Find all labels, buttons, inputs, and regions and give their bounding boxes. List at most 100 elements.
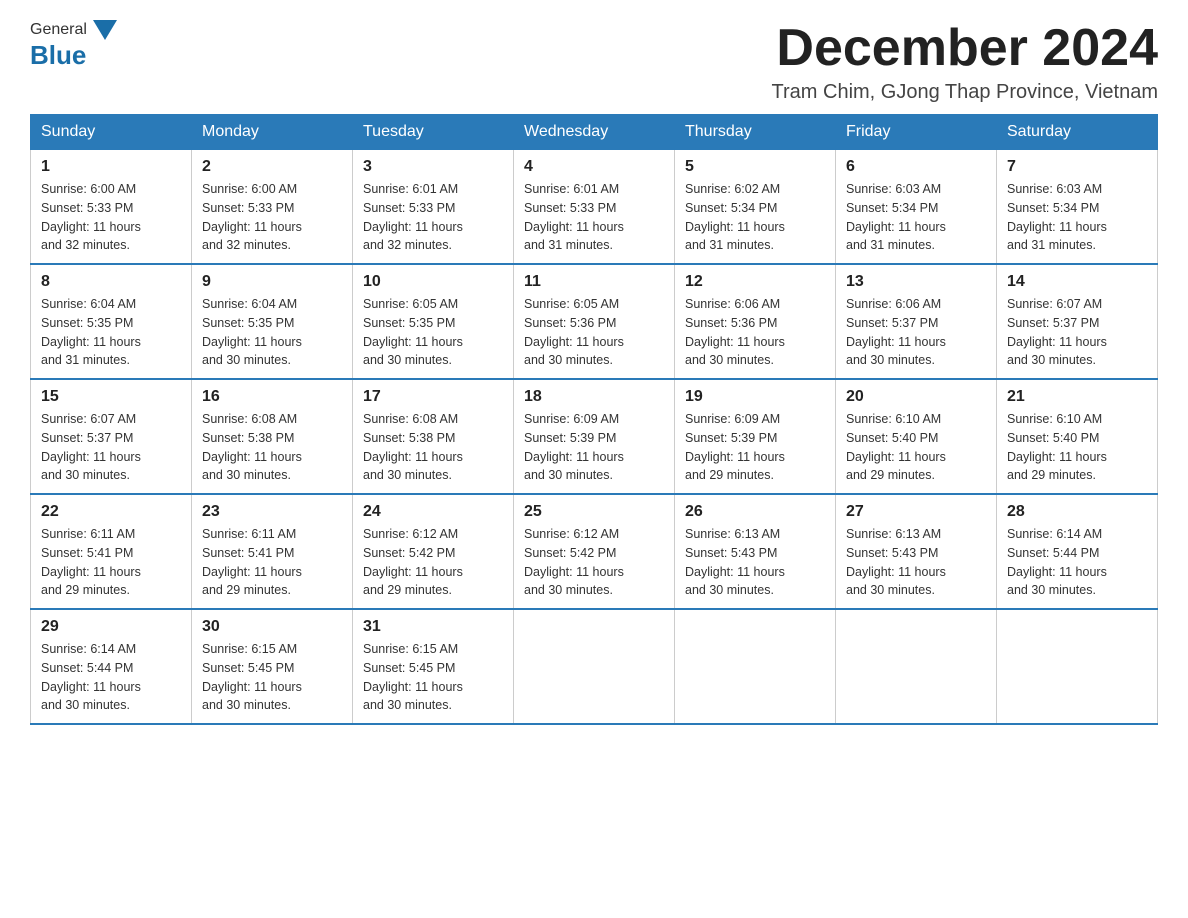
day-cell: 11 Sunrise: 6:05 AMSunset: 5:36 PMDaylig… [514, 264, 675, 379]
day-number: 2 [202, 158, 342, 176]
day-number: 10 [363, 273, 503, 291]
day-cell: 2 Sunrise: 6:00 AMSunset: 5:33 PMDayligh… [192, 150, 353, 265]
day-info: Sunrise: 6:09 AMSunset: 5:39 PMDaylight:… [524, 412, 624, 482]
logo-blue-text: Blue [30, 40, 86, 70]
day-info: Sunrise: 6:08 AMSunset: 5:38 PMDaylight:… [363, 412, 463, 482]
day-info: Sunrise: 6:11 AMSunset: 5:41 PMDaylight:… [41, 527, 141, 597]
day-number: 5 [685, 158, 825, 176]
day-number: 17 [363, 388, 503, 406]
day-cell: 22 Sunrise: 6:11 AMSunset: 5:41 PMDaylig… [31, 494, 192, 609]
week-row-3: 15 Sunrise: 6:07 AMSunset: 5:37 PMDaylig… [31, 379, 1158, 494]
day-info: Sunrise: 6:05 AMSunset: 5:36 PMDaylight:… [524, 297, 624, 367]
day-number: 31 [363, 618, 503, 636]
day-number: 26 [685, 503, 825, 521]
day-cell: 20 Sunrise: 6:10 AMSunset: 5:40 PMDaylig… [836, 379, 997, 494]
day-cell: 31 Sunrise: 6:15 AMSunset: 5:45 PMDaylig… [353, 609, 514, 724]
day-cell: 26 Sunrise: 6:13 AMSunset: 5:43 PMDaylig… [675, 494, 836, 609]
day-info: Sunrise: 6:06 AMSunset: 5:36 PMDaylight:… [685, 297, 785, 367]
day-number: 28 [1007, 503, 1147, 521]
day-cell: 4 Sunrise: 6:01 AMSunset: 5:33 PMDayligh… [514, 150, 675, 265]
day-cell: 6 Sunrise: 6:03 AMSunset: 5:34 PMDayligh… [836, 150, 997, 265]
day-cell: 15 Sunrise: 6:07 AMSunset: 5:37 PMDaylig… [31, 379, 192, 494]
calendar-table: SundayMondayTuesdayWednesdayThursdayFrid… [30, 114, 1158, 725]
day-info: Sunrise: 6:12 AMSunset: 5:42 PMDaylight:… [524, 527, 624, 597]
day-cell [675, 609, 836, 724]
day-cell: 17 Sunrise: 6:08 AMSunset: 5:38 PMDaylig… [353, 379, 514, 494]
title-block: December 2024 Tram Chim, GJong Thap Prov… [772, 20, 1158, 104]
day-info: Sunrise: 6:15 AMSunset: 5:45 PMDaylight:… [202, 642, 302, 712]
day-cell: 16 Sunrise: 6:08 AMSunset: 5:38 PMDaylig… [192, 379, 353, 494]
day-number: 3 [363, 158, 503, 176]
day-cell [514, 609, 675, 724]
header-monday: Monday [192, 115, 353, 150]
day-cell [836, 609, 997, 724]
day-info: Sunrise: 6:08 AMSunset: 5:38 PMDaylight:… [202, 412, 302, 482]
day-number: 4 [524, 158, 664, 176]
page-header: General Blue December 2024 Tram Chim, GJ… [30, 20, 1158, 104]
header-wednesday: Wednesday [514, 115, 675, 150]
day-info: Sunrise: 6:09 AMSunset: 5:39 PMDaylight:… [685, 412, 785, 482]
week-row-5: 29 Sunrise: 6:14 AMSunset: 5:44 PMDaylig… [31, 609, 1158, 724]
week-row-4: 22 Sunrise: 6:11 AMSunset: 5:41 PMDaylig… [31, 494, 1158, 609]
day-cell: 30 Sunrise: 6:15 AMSunset: 5:45 PMDaylig… [192, 609, 353, 724]
day-cell [997, 609, 1158, 724]
day-info: Sunrise: 6:10 AMSunset: 5:40 PMDaylight:… [846, 412, 946, 482]
day-number: 27 [846, 503, 986, 521]
day-number: 24 [363, 503, 503, 521]
day-cell: 14 Sunrise: 6:07 AMSunset: 5:37 PMDaylig… [997, 264, 1158, 379]
day-cell: 23 Sunrise: 6:11 AMSunset: 5:41 PMDaylig… [192, 494, 353, 609]
header-row: SundayMondayTuesdayWednesdayThursdayFrid… [31, 115, 1158, 150]
day-cell: 18 Sunrise: 6:09 AMSunset: 5:39 PMDaylig… [514, 379, 675, 494]
logo: General Blue [30, 20, 119, 71]
day-number: 16 [202, 388, 342, 406]
day-cell: 5 Sunrise: 6:02 AMSunset: 5:34 PMDayligh… [675, 150, 836, 265]
day-info: Sunrise: 6:03 AMSunset: 5:34 PMDaylight:… [1007, 182, 1107, 252]
day-number: 8 [41, 273, 181, 291]
week-row-2: 8 Sunrise: 6:04 AMSunset: 5:35 PMDayligh… [31, 264, 1158, 379]
day-number: 20 [846, 388, 986, 406]
day-info: Sunrise: 6:13 AMSunset: 5:43 PMDaylight:… [846, 527, 946, 597]
day-number: 21 [1007, 388, 1147, 406]
day-info: Sunrise: 6:12 AMSunset: 5:42 PMDaylight:… [363, 527, 463, 597]
day-info: Sunrise: 6:07 AMSunset: 5:37 PMDaylight:… [41, 412, 141, 482]
day-info: Sunrise: 6:00 AMSunset: 5:33 PMDaylight:… [41, 182, 141, 252]
day-cell: 7 Sunrise: 6:03 AMSunset: 5:34 PMDayligh… [997, 150, 1158, 265]
day-cell: 10 Sunrise: 6:05 AMSunset: 5:35 PMDaylig… [353, 264, 514, 379]
day-number: 9 [202, 273, 342, 291]
header-thursday: Thursday [675, 115, 836, 150]
location: Tram Chim, GJong Thap Province, Vietnam [772, 81, 1158, 104]
day-info: Sunrise: 6:15 AMSunset: 5:45 PMDaylight:… [363, 642, 463, 712]
day-number: 12 [685, 273, 825, 291]
day-number: 25 [524, 503, 664, 521]
day-cell: 29 Sunrise: 6:14 AMSunset: 5:44 PMDaylig… [31, 609, 192, 724]
day-info: Sunrise: 6:14 AMSunset: 5:44 PMDaylight:… [1007, 527, 1107, 597]
day-number: 15 [41, 388, 181, 406]
day-number: 29 [41, 618, 181, 636]
day-info: Sunrise: 6:07 AMSunset: 5:37 PMDaylight:… [1007, 297, 1107, 367]
day-info: Sunrise: 6:00 AMSunset: 5:33 PMDaylight:… [202, 182, 302, 252]
day-number: 19 [685, 388, 825, 406]
day-number: 18 [524, 388, 664, 406]
day-cell: 28 Sunrise: 6:14 AMSunset: 5:44 PMDaylig… [997, 494, 1158, 609]
day-info: Sunrise: 6:03 AMSunset: 5:34 PMDaylight:… [846, 182, 946, 252]
day-cell: 13 Sunrise: 6:06 AMSunset: 5:37 PMDaylig… [836, 264, 997, 379]
day-number: 7 [1007, 158, 1147, 176]
day-cell: 25 Sunrise: 6:12 AMSunset: 5:42 PMDaylig… [514, 494, 675, 609]
calendar-body: 1 Sunrise: 6:00 AMSunset: 5:33 PMDayligh… [31, 150, 1158, 725]
day-cell: 12 Sunrise: 6:06 AMSunset: 5:36 PMDaylig… [675, 264, 836, 379]
day-cell: 19 Sunrise: 6:09 AMSunset: 5:39 PMDaylig… [675, 379, 836, 494]
day-cell: 1 Sunrise: 6:00 AMSunset: 5:33 PMDayligh… [31, 150, 192, 265]
header-sunday: Sunday [31, 115, 192, 150]
month-title: December 2024 [772, 20, 1158, 77]
day-number: 13 [846, 273, 986, 291]
day-number: 30 [202, 618, 342, 636]
day-info: Sunrise: 6:13 AMSunset: 5:43 PMDaylight:… [685, 527, 785, 597]
day-number: 22 [41, 503, 181, 521]
day-cell: 9 Sunrise: 6:04 AMSunset: 5:35 PMDayligh… [192, 264, 353, 379]
day-number: 23 [202, 503, 342, 521]
day-info: Sunrise: 6:06 AMSunset: 5:37 PMDaylight:… [846, 297, 946, 367]
day-info: Sunrise: 6:02 AMSunset: 5:34 PMDaylight:… [685, 182, 785, 252]
logo-triangle-icon [93, 20, 117, 40]
day-info: Sunrise: 6:11 AMSunset: 5:41 PMDaylight:… [202, 527, 302, 597]
day-cell: 3 Sunrise: 6:01 AMSunset: 5:33 PMDayligh… [353, 150, 514, 265]
